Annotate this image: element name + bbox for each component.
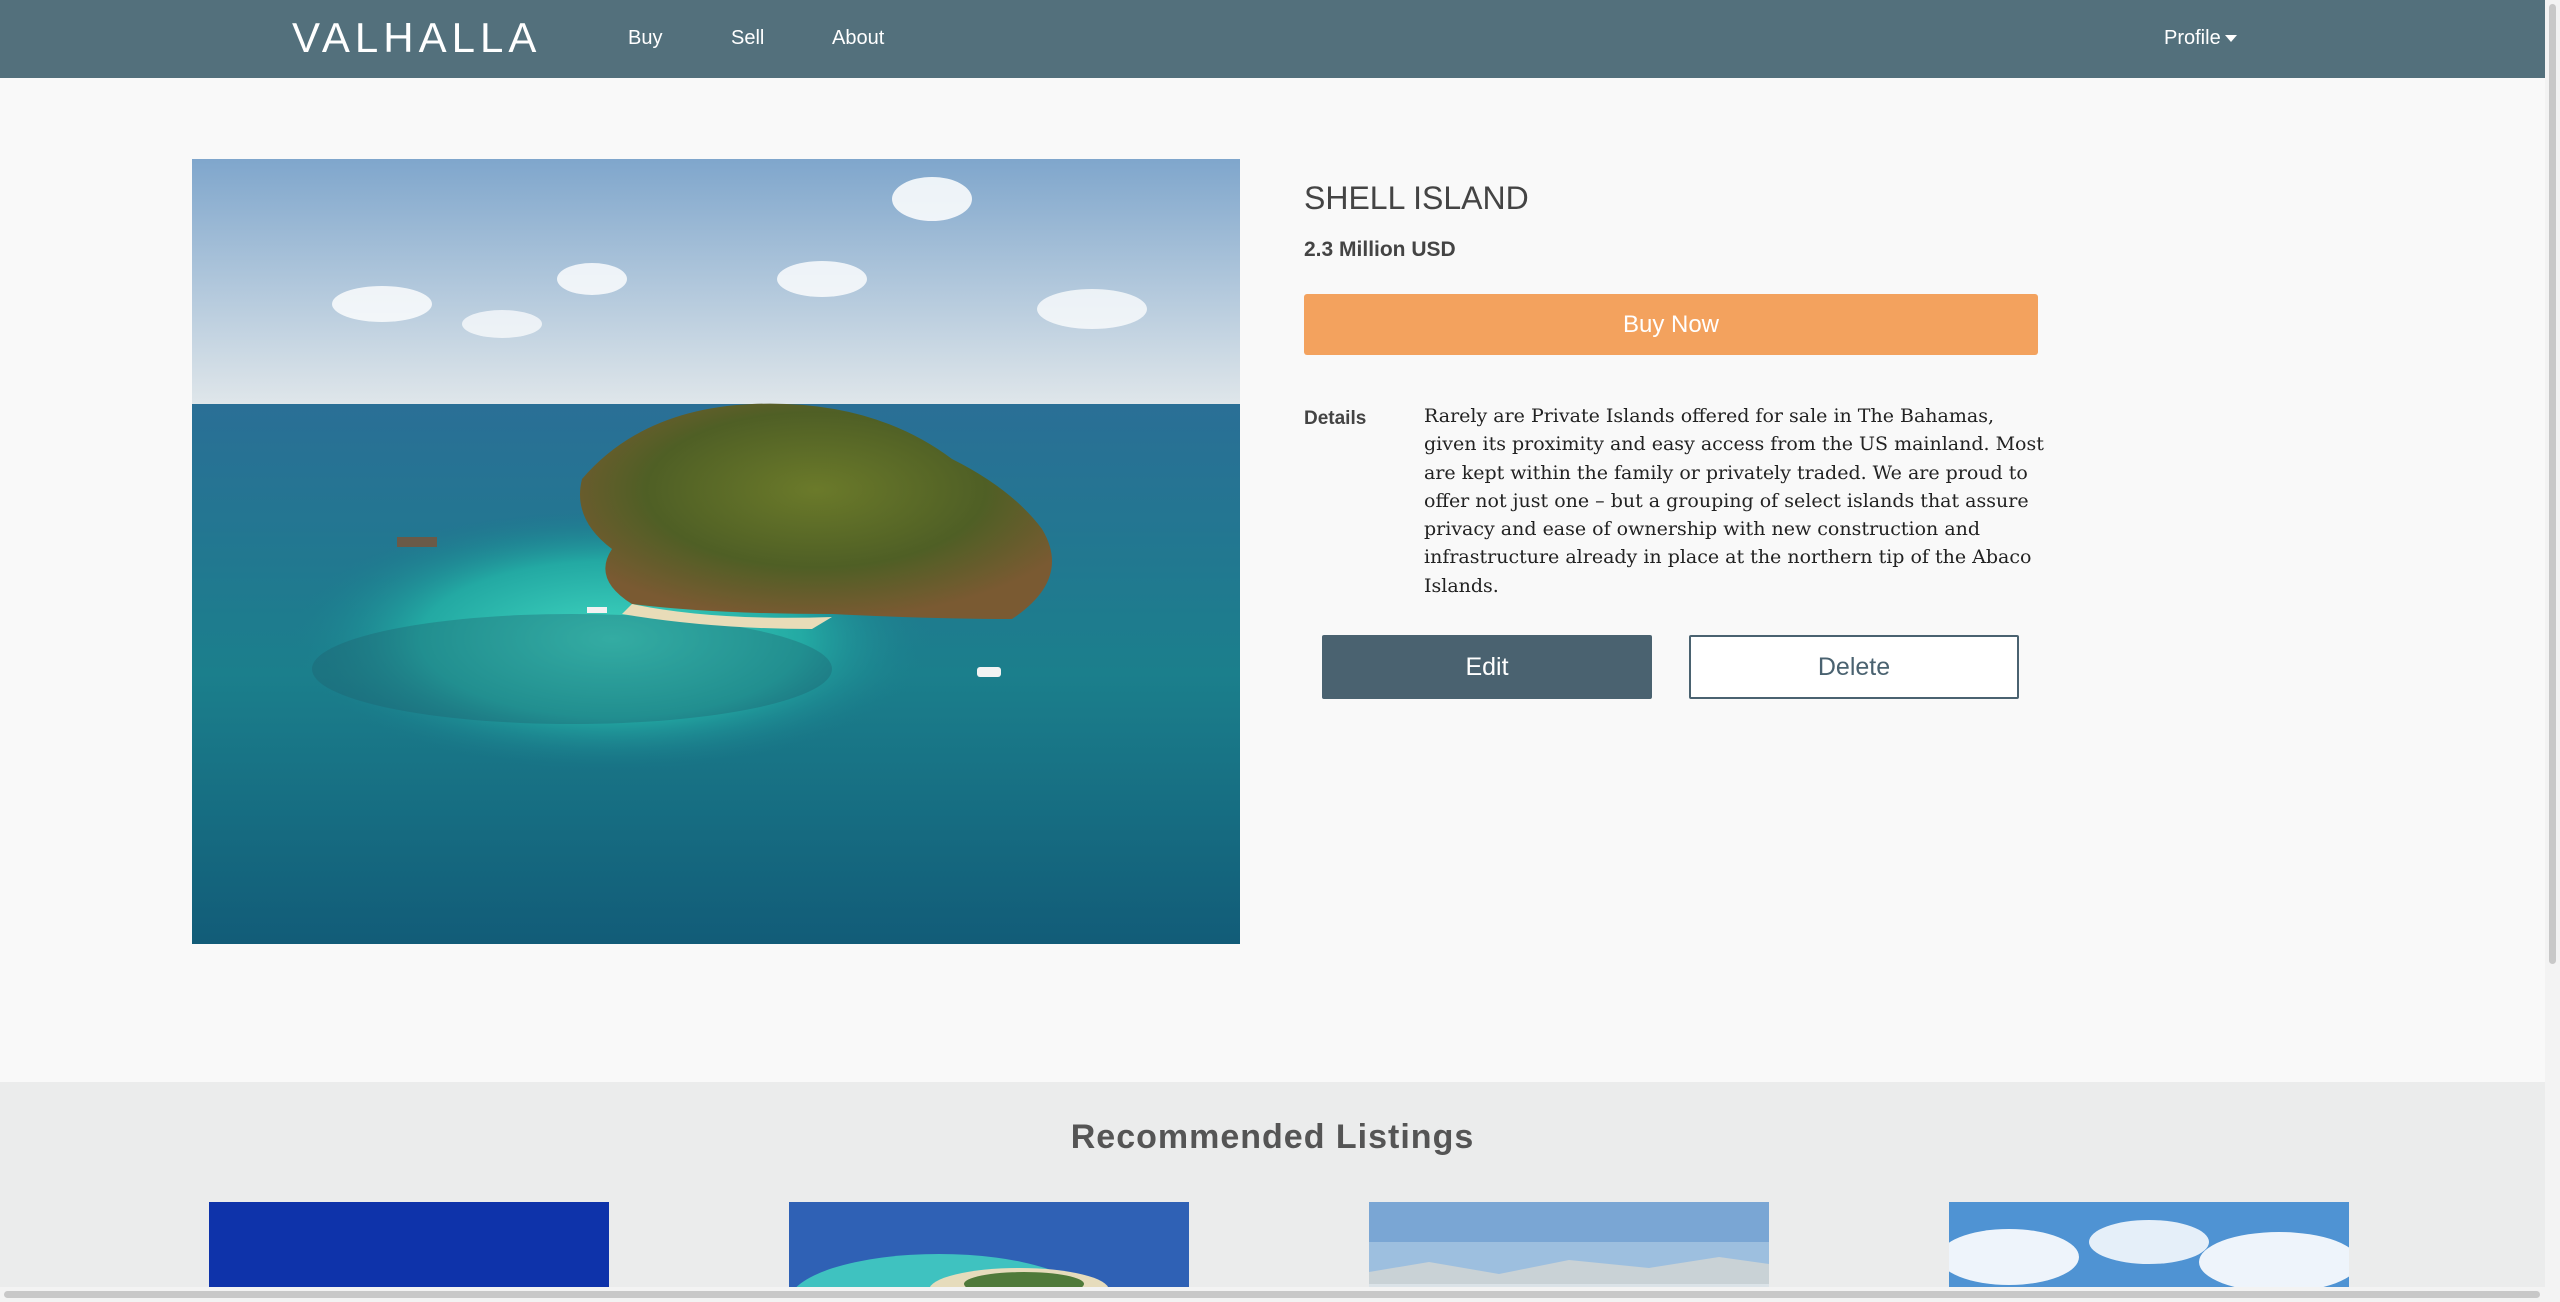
nav-link-about[interactable]: About [832, 27, 884, 50]
profile-label: Profile [2164, 27, 2221, 49]
profile-dropdown[interactable]: Profile [2164, 27, 2237, 50]
delete-button[interactable]: Delete [1689, 635, 2019, 699]
vertical-scrollbar-thumb[interactable] [2549, 4, 2556, 964]
listing-title: SHELL ISLAND [1304, 180, 1529, 216]
caret-down-icon [2224, 35, 2237, 43]
horizontal-scrollbar-thumb[interactable] [4, 1291, 2540, 1298]
nav-link-sell[interactable]: Sell [731, 27, 764, 50]
details-description: Rarely are Private Islands offered for s… [1424, 405, 2044, 597]
details-label: Details [1304, 408, 1367, 429]
listing-photo [192, 159, 1240, 944]
brand-logo[interactable]: VALHALLA [292, 14, 541, 62]
top-navbar: VALHALLA Buy Sell About Profile [0, 0, 2545, 78]
listing-price: 2.3 Million USD [1304, 238, 1456, 261]
recommended-section: Recommended Listings [0, 1082, 2545, 1302]
recommended-title: Recommended Listings [1070, 1118, 1475, 1156]
nav-link-buy[interactable]: Buy [628, 27, 662, 50]
buy-now-button[interactable]: Buy Now [1304, 294, 2038, 355]
edit-button[interactable]: Edit [1322, 635, 1652, 699]
